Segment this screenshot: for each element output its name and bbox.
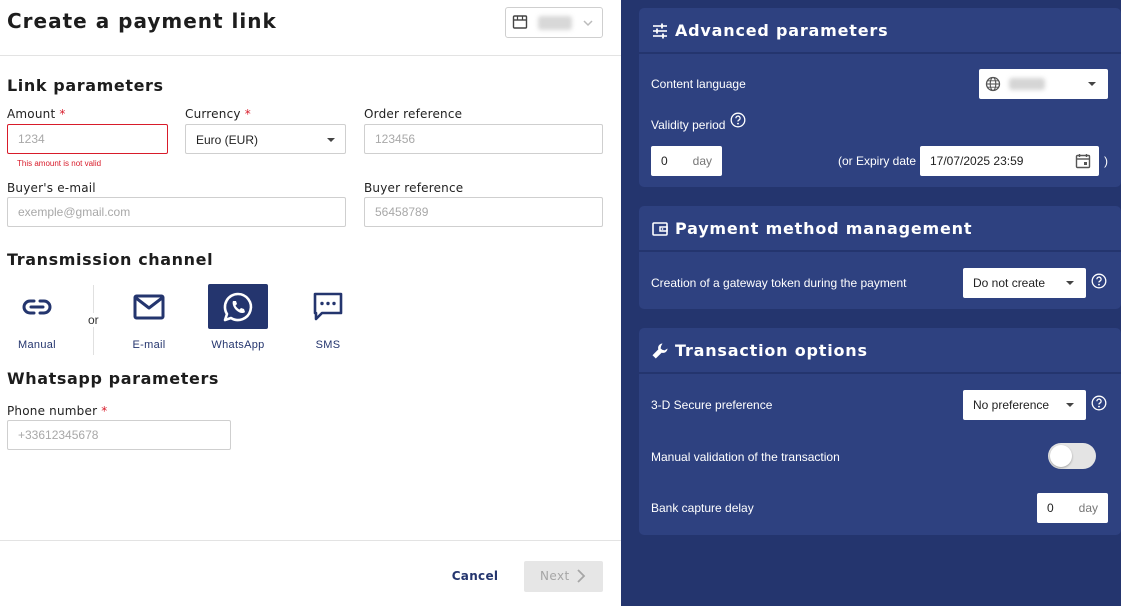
transaction-options-card: Transaction options 3-D Secure preferenc… bbox=[639, 328, 1121, 535]
advanced-parameters-card: Advanced parameters Content language Val… bbox=[639, 8, 1121, 187]
advanced-parameters-title: Advanced parameters bbox=[675, 21, 889, 40]
shop-selector[interactable] bbox=[505, 7, 603, 38]
page-title: Create a payment link bbox=[7, 9, 277, 33]
amount-label-text: Amount bbox=[7, 107, 56, 121]
sms-icon bbox=[313, 292, 343, 320]
required-mark: * bbox=[101, 404, 108, 418]
channel-email[interactable]: E-mail bbox=[119, 284, 179, 351]
wrench-icon bbox=[652, 343, 668, 359]
validity-days-value: 0 bbox=[661, 154, 668, 168]
globe-icon bbox=[985, 76, 1001, 92]
required-mark: * bbox=[244, 107, 251, 121]
channel-email-icon-box bbox=[119, 284, 179, 329]
phone-number-label-text: Phone number bbox=[7, 404, 98, 418]
whatsapp-parameters-heading: Whatsapp parameters bbox=[7, 369, 220, 388]
header-divider bbox=[0, 55, 621, 56]
footer-divider bbox=[0, 540, 621, 541]
3ds-preference-value: No preference bbox=[973, 398, 1050, 412]
3ds-preference-label: 3-D Secure preference bbox=[651, 398, 773, 412]
validity-period-label: Validity period bbox=[651, 118, 726, 132]
whatsapp-icon bbox=[223, 292, 253, 321]
expiry-date-value: 17/07/2025 23:59 bbox=[930, 154, 1024, 168]
gateway-token-label: Creation of a gateway token during the p… bbox=[651, 276, 907, 290]
gateway-token-select[interactable]: Do not create bbox=[963, 268, 1086, 298]
bank-capture-delay-input[interactable]: 0 day bbox=[1037, 493, 1108, 523]
currency-select[interactable]: Euro (EUR) bbox=[185, 124, 346, 154]
channel-manual-icon-box bbox=[7, 284, 67, 329]
language-value-blurred bbox=[1009, 78, 1045, 90]
or-label: or bbox=[88, 313, 99, 327]
buyer-email-label: Buyer's e-mail bbox=[7, 181, 96, 195]
channel-whatsapp-icon-box bbox=[208, 284, 268, 329]
phone-number-label: Phone number * bbox=[7, 404, 107, 418]
sliders-icon bbox=[653, 23, 667, 39]
phone-number-input[interactable] bbox=[7, 420, 231, 450]
validity-days-input[interactable]: 0 day bbox=[651, 146, 722, 176]
calendar-icon[interactable] bbox=[1075, 153, 1091, 169]
amount-input[interactable] bbox=[7, 124, 168, 154]
required-mark: * bbox=[59, 107, 66, 121]
caret-down-icon bbox=[1066, 281, 1074, 285]
channel-sms-label: SMS bbox=[315, 339, 341, 351]
transaction-options-title: Transaction options bbox=[675, 341, 868, 360]
payment-method-title: Payment method management bbox=[675, 219, 973, 238]
payment-method-header[interactable]: Payment method management bbox=[639, 206, 1121, 252]
help-icon[interactable] bbox=[730, 112, 746, 128]
help-icon[interactable] bbox=[1091, 273, 1107, 289]
amount-error: This amount is not valid bbox=[17, 159, 102, 168]
gateway-token-value: Do not create bbox=[973, 276, 1046, 290]
channel-sms[interactable]: SMS bbox=[298, 284, 358, 351]
help-icon[interactable] bbox=[1091, 395, 1107, 411]
expiry-date-input[interactable]: 17/07/2025 23:59 bbox=[920, 146, 1099, 176]
3ds-preference-select[interactable]: No preference bbox=[963, 390, 1086, 420]
expiry-date-prefix: (or Expiry date bbox=[838, 154, 917, 168]
shop-name-blurred bbox=[538, 16, 572, 30]
validity-days-unit: day bbox=[692, 154, 712, 168]
content-language-label: Content language bbox=[651, 77, 746, 91]
channel-sms-icon-box bbox=[298, 284, 358, 329]
bank-capture-delay-label: Bank capture delay bbox=[651, 501, 754, 515]
advanced-parameters-header[interactable]: Advanced parameters bbox=[639, 8, 1121, 54]
buyer-reference-input[interactable] bbox=[364, 197, 603, 227]
channel-whatsapp-label: WhatsApp bbox=[211, 339, 265, 351]
bank-capture-delay-unit: day bbox=[1078, 501, 1098, 515]
mail-icon bbox=[133, 294, 165, 319]
expiry-date-suffix: ) bbox=[1104, 154, 1108, 168]
toggle-knob bbox=[1050, 445, 1072, 467]
currency-value: Euro (EUR) bbox=[196, 133, 259, 147]
transmission-channel-heading: Transmission channel bbox=[7, 250, 214, 269]
wallet-icon bbox=[652, 222, 668, 236]
buyer-email-input[interactable] bbox=[7, 197, 346, 227]
link-icon bbox=[22, 299, 52, 314]
manual-validation-toggle[interactable] bbox=[1048, 443, 1096, 469]
bank-capture-delay-value: 0 bbox=[1047, 501, 1054, 515]
order-reference-input[interactable] bbox=[364, 124, 603, 154]
buyer-reference-label: Buyer reference bbox=[364, 181, 464, 195]
amount-label: Amount * bbox=[7, 107, 66, 121]
transaction-options-header[interactable]: Transaction options bbox=[639, 328, 1121, 374]
next-button[interactable]: Next bbox=[524, 561, 603, 592]
payment-method-card: Payment method management Creation of a … bbox=[639, 206, 1121, 309]
channel-manual[interactable]: Manual bbox=[7, 284, 67, 351]
content-language-select[interactable] bbox=[979, 69, 1108, 99]
cancel-button[interactable]: Cancel bbox=[444, 562, 506, 590]
store-icon bbox=[512, 15, 528, 29]
manual-validation-label: Manual validation of the transaction bbox=[651, 450, 840, 464]
order-reference-label: Order reference bbox=[364, 107, 463, 121]
caret-down-icon bbox=[327, 138, 335, 142]
caret-down-icon bbox=[1088, 82, 1096, 86]
currency-label-text: Currency bbox=[185, 107, 241, 121]
currency-label: Currency * bbox=[185, 107, 251, 121]
chevron-right-icon bbox=[577, 569, 586, 583]
channel-whatsapp[interactable]: WhatsApp bbox=[208, 284, 268, 351]
caret-down-icon bbox=[1066, 403, 1074, 407]
channel-email-label: E-mail bbox=[132, 339, 166, 351]
link-parameters-heading: Link parameters bbox=[7, 76, 164, 95]
payment-link-form: Create a payment link Link parameters Am… bbox=[0, 0, 621, 606]
channel-manual-label: Manual bbox=[18, 339, 56, 351]
chevron-down-icon bbox=[583, 20, 593, 27]
options-sidebar: Advanced parameters Content language Val… bbox=[621, 0, 1121, 606]
next-button-label: Next bbox=[540, 569, 570, 583]
